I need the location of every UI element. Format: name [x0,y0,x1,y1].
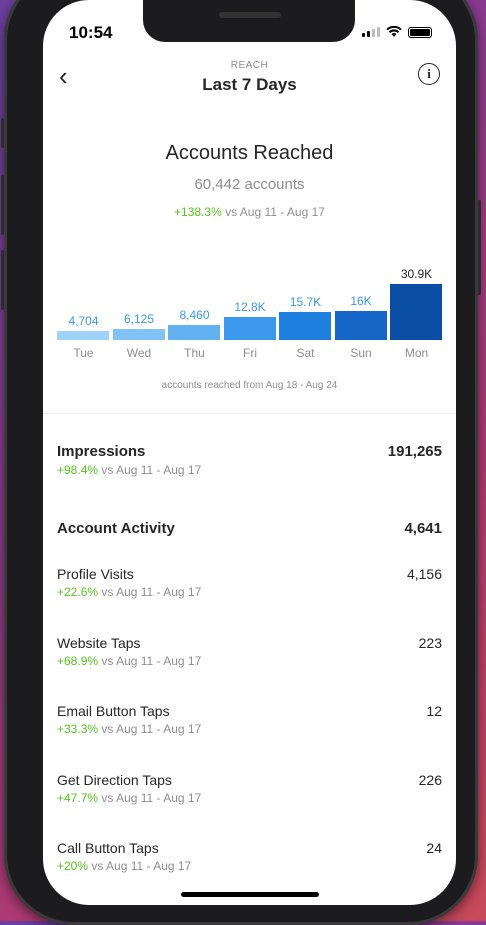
activity-item-change-percent: +33.3% [57,722,99,736]
activity-item-change: +20% vs Aug 11 - Aug 17 [57,859,442,873]
nav-header: ‹ REACH Last 7 Days i [43,55,456,105]
activity-item-change: +33.3% vs Aug 11 - Aug 17 [57,722,442,736]
chart-bar[interactable] [390,284,442,340]
chart-note: accounts reached from Aug 18 - Aug 24 [161,380,338,391]
chart-category-label: Wed [126,346,152,360]
chart-bar[interactable] [223,317,276,340]
chart-value-label: 12.8K [234,300,266,314]
chart-value-label: 15.7K [289,295,322,309]
chart-value-label: 6,125 [123,312,155,326]
chart-category-label: Tue [73,346,94,360]
chart-bar[interactable] [334,311,387,340]
activity-item-profile-visits[interactable]: Profile Visits 4,156 +22.6% vs Aug 11 - … [57,566,442,599]
impressions-change-percent: +98.4% [57,463,99,477]
impressions-change: +98.4% vs Aug 11 - Aug 17 [57,463,442,477]
chart-category-label: Sun [350,346,372,360]
reach-bar-chart: 4,704 Tue 6,125 Wed 8,460 Thu 12.8K Fri 15.7K Sat… [57,260,442,370]
info-icon[interactable]: i [418,63,440,85]
chart-bar[interactable] [57,331,109,340]
accounts-reached-title: Accounts Reached [165,142,334,164]
activity-item-value: 24 [426,840,442,856]
activity-item-value: 226 [418,772,442,788]
activity-item-label: Call Button Taps [57,840,159,856]
activity-item-call-button-taps[interactable]: Call Button Taps 24 +20% vs Aug 11 - Aug… [57,840,442,873]
activity-item-change-period: vs Aug 11 - Aug 17 [91,859,192,873]
activity-item-label: Get Direction Taps [57,772,172,788]
reach-change-percent: +138.3% [174,205,222,219]
impressions-change-period: vs Aug 11 - Aug 17 [101,463,202,477]
home-indicator[interactable] [181,892,319,897]
activity-item-change-percent: +22.6% [57,585,99,599]
impressions-row[interactable]: Impressions 191,265 +98.4% vs Aug 11 - A… [57,443,442,477]
chart-category-label: Sat [296,346,315,360]
volume-down-button [1,250,4,310]
wifi-icon [386,26,402,37]
chart-value-label: 8,460 [179,308,210,322]
chart-bar[interactable] [168,325,220,340]
impressions-label: Impressions [57,443,146,460]
chart-value-label: 30.9K [400,267,433,281]
notch [143,0,355,42]
reach-change-period: vs Aug 11 - Aug 17 [225,205,325,219]
status-icons [362,26,432,38]
activity-item-value: 4,156 [406,566,442,582]
activity-item-change: +47.7% vs Aug 11 - Aug 17 [57,791,442,805]
status-time: 10:54 [69,23,113,42]
mute-switch [1,118,4,148]
activity-item-email-button-taps[interactable]: Email Button Taps 12 +33.3% vs Aug 11 - … [57,703,442,736]
activity-item-change: +22.6% vs Aug 11 - Aug 17 [57,585,442,599]
activity-item-change-period: vs Aug 11 - Aug 17 [101,791,202,805]
activity-item-change-period: vs Aug 11 - Aug 17 [101,585,202,599]
account-activity-value: 4,641 [404,520,442,537]
activity-item-get-direction-taps[interactable]: Get Direction Taps 226 +47.7% vs Aug 11 … [57,772,442,805]
activity-item-change-percent: +47.7% [57,791,99,805]
header-subtitle: REACH [230,60,269,71]
chart-category-label: Mon [404,346,429,360]
section-divider [43,413,456,414]
activity-item-change-period: vs Aug 11 - Aug 17 [101,654,202,668]
battery-icon [408,26,432,38]
activity-item-label: Website Taps [57,635,141,651]
activity-item-change-period: vs Aug 11 - Aug 17 [101,722,202,736]
activity-item-change-percent: +20% [57,859,89,873]
activity-item-value: 223 [418,635,442,651]
signal-icon [362,27,380,37]
impressions-value: 191,265 [387,443,442,460]
chart-bar[interactable] [279,312,331,340]
accounts-count: 60,442 accounts [194,176,305,193]
activity-item-change-percent: +68.9% [57,654,99,668]
chart-bar[interactable] [112,329,165,340]
chart-category-label: Fri [243,346,257,360]
app-screen: 10:54 ‹ REACH Last 7 Days i Accounts Rea… [43,0,456,905]
reach-change: +138.3% vs Aug 11 - Aug 17 [43,205,456,219]
activity-item-label: Profile Visits [57,566,134,582]
header-title: Last 7 Days [202,75,297,94]
power-button [478,200,481,295]
activity-item-website-taps[interactable]: Website Taps 223 +68.9% vs Aug 11 - Aug … [57,635,442,668]
chart-value-label: 16K [350,294,372,308]
chart-value-label: 4,704 [68,314,99,328]
volume-up-button [1,175,4,235]
phone-frame: 10:54 ‹ REACH Last 7 Days i Accounts Rea… [1,0,481,925]
activity-item-value: 12 [426,703,442,719]
chart-category-label: Thu [184,346,205,360]
activity-item-label: Email Button Taps [57,703,170,719]
account-activity-label: Account Activity [57,520,175,537]
account-activity-row: Account Activity 4,641 [57,520,442,537]
activity-item-change: +68.9% vs Aug 11 - Aug 17 [57,654,442,668]
